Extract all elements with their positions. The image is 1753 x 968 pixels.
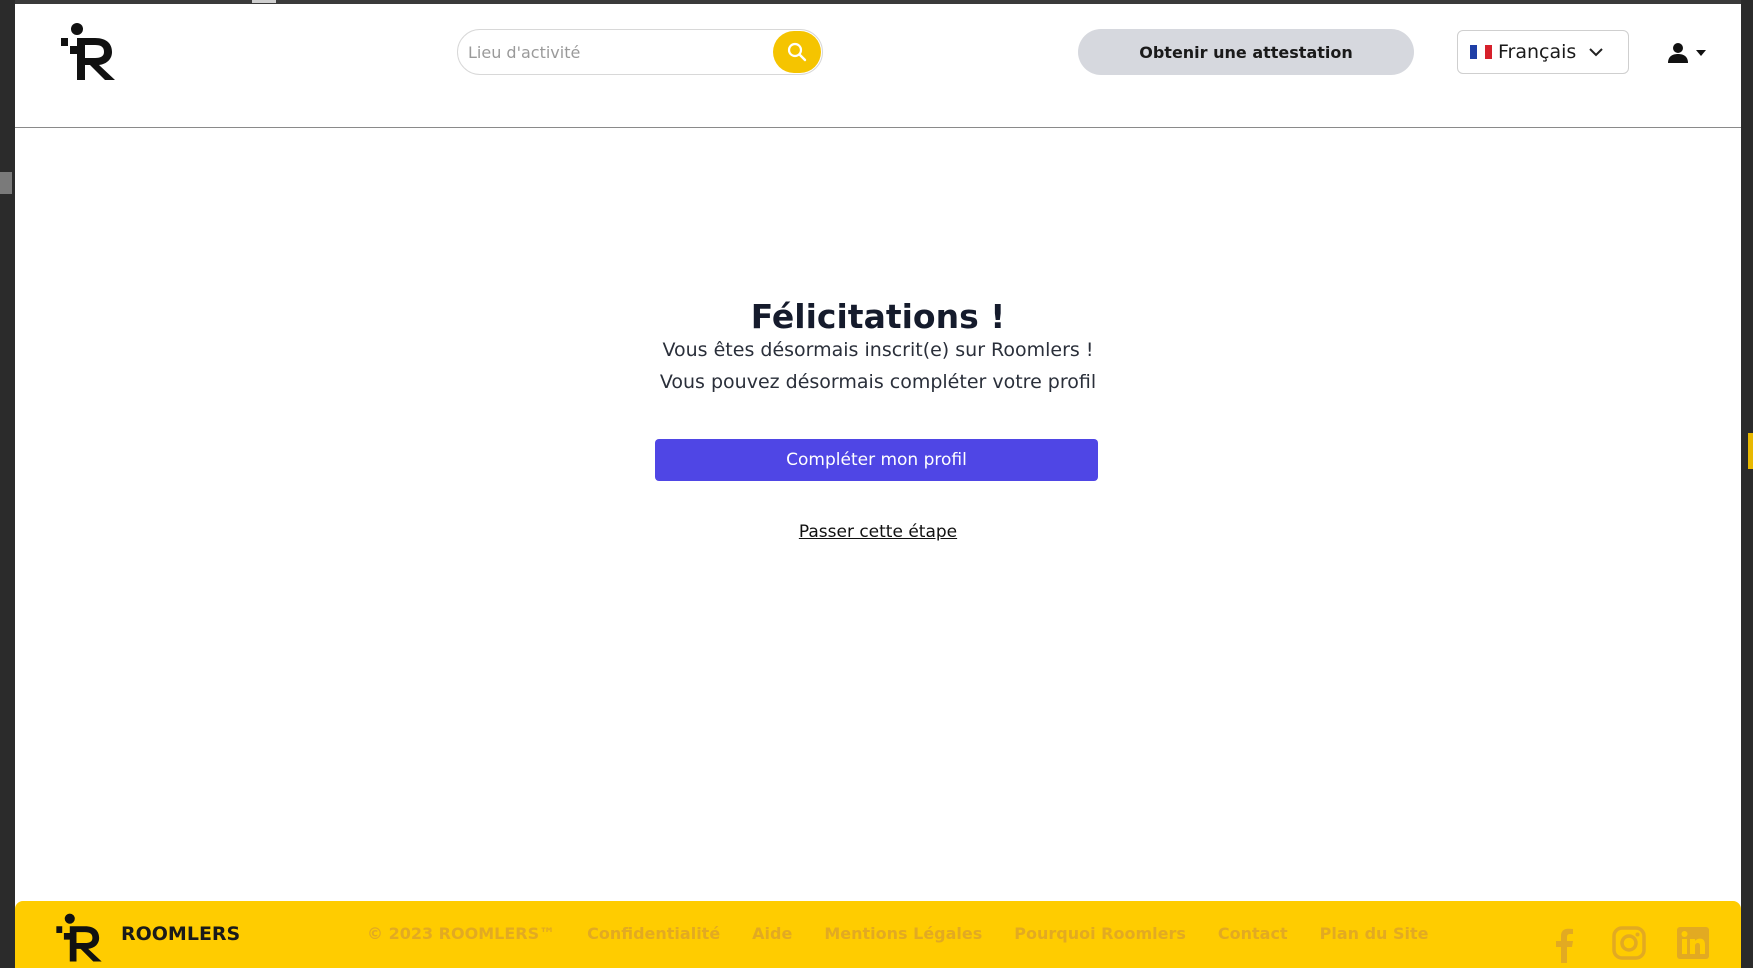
footer-logo-icon[interactable] xyxy=(53,909,105,967)
footer-links: © 2023 ROOMLERS™ Confidentialité Aide Me… xyxy=(367,924,1429,943)
footer-link-plan-du-site[interactable]: Plan du Site xyxy=(1320,924,1429,943)
main-content: Félicitations ! Vous êtes désormais insc… xyxy=(15,129,1741,901)
footer-link-mentions-legales[interactable]: Mentions Légales xyxy=(824,924,982,943)
registration-message: Vous êtes désormais inscrit(e) sur Rooml… xyxy=(662,339,1094,361)
search-button[interactable] xyxy=(773,31,821,73)
complete-profile-button[interactable]: Compléter mon profil xyxy=(655,439,1098,481)
logo-icon[interactable] xyxy=(57,22,119,82)
user-icon xyxy=(1668,43,1688,63)
footer-brand: ROOMLERS xyxy=(121,923,241,945)
top-header: Obtenir une attestation Français xyxy=(15,4,1741,128)
france-flag-icon xyxy=(1470,45,1492,59)
language-label: Français xyxy=(1498,41,1577,63)
search-input[interactable] xyxy=(468,38,758,66)
browser-left-edge xyxy=(0,0,15,968)
linkedin-icon[interactable] xyxy=(1673,923,1713,963)
footer: ROOMLERS © 2023 ROOMLERS™ Confidentialit… xyxy=(15,901,1741,968)
facebook-icon[interactable] xyxy=(1545,923,1585,963)
side-accent xyxy=(1748,433,1753,469)
search-box xyxy=(457,29,823,75)
footer-copyright: © 2023 ROOMLERS™ xyxy=(367,924,556,943)
app-window: Obtenir une attestation Français Félicit… xyxy=(15,4,1741,968)
page-title: Félicitations ! xyxy=(750,297,1006,336)
get-certificate-button[interactable]: Obtenir une attestation xyxy=(1078,29,1414,75)
language-select[interactable]: Français xyxy=(1457,30,1629,74)
skip-step-link[interactable]: Passer cette étape xyxy=(799,522,957,542)
profile-message: Vous pouvez désormais compléter votre pr… xyxy=(659,371,1097,393)
footer-link-contact[interactable]: Contact xyxy=(1218,924,1288,943)
scroll-marker xyxy=(0,172,12,194)
social-links xyxy=(1545,923,1713,963)
footer-link-pourquoi-roomlers[interactable]: Pourquoi Roomlers xyxy=(1014,924,1186,943)
search-icon xyxy=(787,42,807,62)
user-menu[interactable] xyxy=(1667,38,1717,68)
footer-link-confidentialite[interactable]: Confidentialité xyxy=(587,924,720,943)
browser-right-edge xyxy=(1741,0,1753,968)
chevron-down-icon xyxy=(1588,47,1604,57)
caret-down-icon xyxy=(1696,50,1706,56)
browser-tab-marker xyxy=(252,0,276,3)
footer-link-aide[interactable]: Aide xyxy=(752,924,792,943)
instagram-icon[interactable] xyxy=(1609,923,1649,963)
